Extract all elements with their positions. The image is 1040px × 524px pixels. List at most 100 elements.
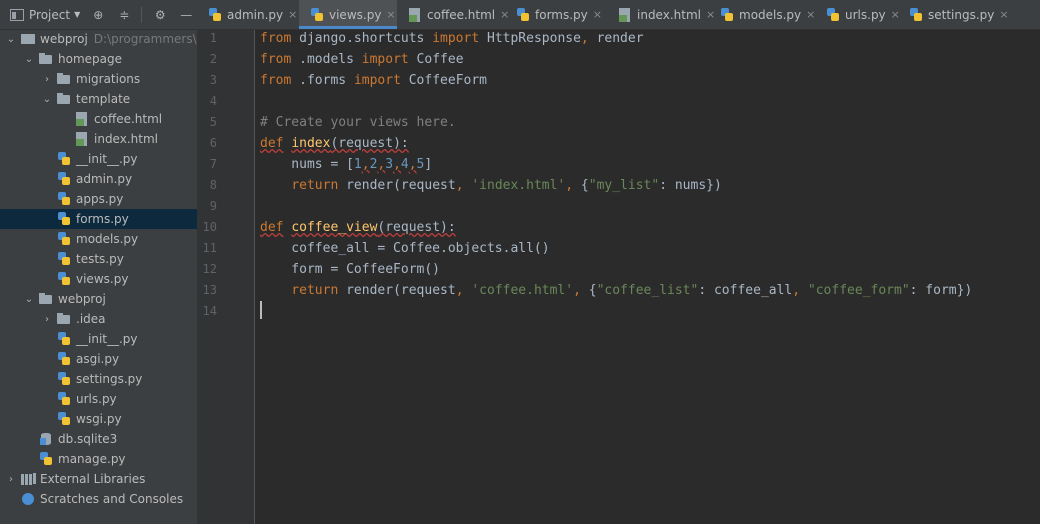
tree-item-label: homepage bbox=[58, 52, 122, 66]
code-token: from bbox=[260, 52, 292, 67]
tree-item[interactable]: ⌄ homepage bbox=[0, 49, 221, 69]
tree-item[interactable]: db.sqlite3 bbox=[0, 429, 221, 449]
close-icon[interactable]: × bbox=[999, 8, 1008, 21]
tree-item-label: External Libraries bbox=[40, 472, 146, 486]
tree-item-label: coffee.html bbox=[94, 112, 163, 126]
code-token: index bbox=[291, 136, 331, 151]
editor-tab[interactable]: models.py × bbox=[709, 0, 815, 29]
target-icon[interactable]: ⊕ bbox=[90, 7, 106, 23]
tree-item[interactable]: › External Libraries bbox=[0, 469, 203, 489]
editor-tab[interactable]: urls.py × bbox=[815, 0, 900, 29]
code-line: coffee_all = Coffee.objects.all() bbox=[260, 238, 550, 259]
project-folder-icon bbox=[20, 31, 36, 47]
tree-item[interactable]: manage.py bbox=[0, 449, 221, 469]
python-file-icon bbox=[38, 451, 54, 467]
editor-tab[interactable]: coffee.html × bbox=[397, 0, 509, 29]
line-number: 10 bbox=[202, 220, 217, 234]
chevron-down-icon[interactable]: ⌄ bbox=[42, 89, 52, 109]
folder-icon bbox=[38, 51, 54, 67]
close-icon[interactable]: × bbox=[806, 8, 815, 21]
close-icon[interactable]: × bbox=[288, 8, 297, 21]
chevron-right-icon[interactable]: › bbox=[42, 69, 52, 89]
chevron-down-icon[interactable]: ⌄ bbox=[24, 289, 34, 309]
code-line: nums = [1,2,3,4,5] bbox=[260, 154, 432, 175]
code-line: from django.shortcuts import HttpRespons… bbox=[260, 28, 644, 49]
python-file-icon bbox=[56, 211, 72, 227]
python-file-icon bbox=[56, 391, 72, 407]
code-token: return bbox=[291, 178, 339, 193]
line-number: 2 bbox=[209, 52, 217, 66]
code-token: nums = [ bbox=[260, 157, 354, 172]
tree-item[interactable]: ⌄ webproj bbox=[0, 289, 221, 309]
tree-item-label: migrations bbox=[76, 72, 141, 86]
tree-item-label: urls.py bbox=[76, 392, 117, 406]
project-label: Project bbox=[29, 7, 71, 22]
editor-tab[interactable]: forms.py × bbox=[505, 0, 607, 29]
code-token: , bbox=[792, 283, 808, 298]
python-file-icon bbox=[908, 7, 924, 23]
code-token: , bbox=[565, 178, 581, 193]
editor-tab[interactable]: views.py × bbox=[299, 0, 397, 29]
code-line: def coffee_view(request): bbox=[260, 217, 456, 238]
code-line: from .forms import CoffeeForm bbox=[260, 70, 487, 91]
collapse-icon[interactable]: ≑ bbox=[116, 7, 132, 23]
close-icon[interactable]: × bbox=[593, 8, 602, 21]
project-tree: ⌄ webproj D:\programmers\ ⌄ homepage › migrati… bbox=[0, 30, 239, 524]
gear-icon[interactable]: ⚙ bbox=[152, 7, 168, 23]
project-view-selector[interactable]: Project ▼ bbox=[10, 8, 80, 22]
tab-label: urls.py bbox=[845, 7, 886, 22]
line-number: 14 bbox=[202, 304, 217, 318]
project-path-hint: D:\programmers\ bbox=[93, 32, 197, 46]
line-number: 13 bbox=[202, 283, 217, 297]
editor-tabs: admin.py × views.py × coffee.html × forms.py × i… bbox=[197, 0, 1040, 30]
python-file-icon bbox=[207, 7, 223, 23]
code-token: .forms bbox=[291, 73, 354, 88]
editor-tab[interactable]: index.html × bbox=[607, 0, 715, 29]
dropdown-arrow-icon: ▼ bbox=[74, 10, 81, 19]
python-file-icon bbox=[56, 251, 72, 267]
close-icon[interactable]: × bbox=[386, 8, 395, 21]
code-token: def bbox=[260, 136, 284, 151]
tree-item-label: db.sqlite3 bbox=[58, 432, 118, 446]
code-token: coffee_all = Coffee.objects.all() bbox=[260, 241, 550, 256]
tab-label: models.py bbox=[739, 7, 802, 22]
chevron-down-icon[interactable]: ⌄ bbox=[6, 29, 16, 49]
python-file-icon bbox=[56, 411, 72, 427]
tree-item-label: models.py bbox=[76, 232, 139, 246]
tree-item-label: settings.py bbox=[76, 372, 143, 386]
code-token: def bbox=[260, 220, 284, 235]
toolbar-divider bbox=[141, 6, 143, 23]
tree-item-label: views.py bbox=[76, 272, 129, 286]
code-line: from .models import Coffee bbox=[260, 49, 464, 70]
tree-item-label: __init__.py bbox=[76, 152, 138, 166]
chevron-down-icon[interactable]: ⌄ bbox=[24, 49, 34, 69]
code-token: "my_list" bbox=[588, 178, 660, 193]
python-file-icon bbox=[825, 7, 841, 23]
editor-tab[interactable]: admin.py × bbox=[197, 0, 299, 29]
tree-item[interactable]: Scratches and Consoles bbox=[0, 489, 203, 509]
scratches-icon bbox=[20, 491, 36, 507]
tab-label: settings.py bbox=[928, 7, 995, 22]
tree-item-label: admin.py bbox=[76, 172, 133, 186]
editor-tab[interactable]: settings.py × bbox=[898, 0, 1009, 29]
chevron-right-icon[interactable]: › bbox=[6, 469, 16, 489]
code-token: , bbox=[361, 157, 370, 172]
minimize-icon[interactable]: — bbox=[178, 7, 194, 23]
code-editor[interactable]: 1 2 3 4 5 6 7 8 9 10 11 12 13 14 from django.shortcut… bbox=[197, 30, 1040, 524]
line-number: 12 bbox=[202, 262, 217, 276]
tree-item-label: Scratches and Consoles bbox=[40, 492, 184, 506]
library-icon bbox=[20, 471, 36, 487]
tree-item-label: template bbox=[76, 92, 131, 106]
folder-icon bbox=[38, 291, 54, 307]
python-file-icon bbox=[56, 371, 72, 387]
code-token: , bbox=[573, 283, 589, 298]
chevron-right-icon[interactable]: › bbox=[42, 309, 52, 329]
code-area[interactable]: from django.shortcuts import HttpRespons… bbox=[260, 30, 1035, 524]
html-file-icon bbox=[74, 111, 90, 127]
tree-item[interactable]: ⌄ webproj D:\programmers\ bbox=[0, 29, 203, 49]
tree-item-label: wsgi.py bbox=[76, 412, 122, 426]
code-token: ] bbox=[424, 157, 433, 172]
code-token: , bbox=[408, 157, 417, 172]
line-number: 9 bbox=[209, 199, 217, 213]
python-file-icon bbox=[56, 331, 72, 347]
